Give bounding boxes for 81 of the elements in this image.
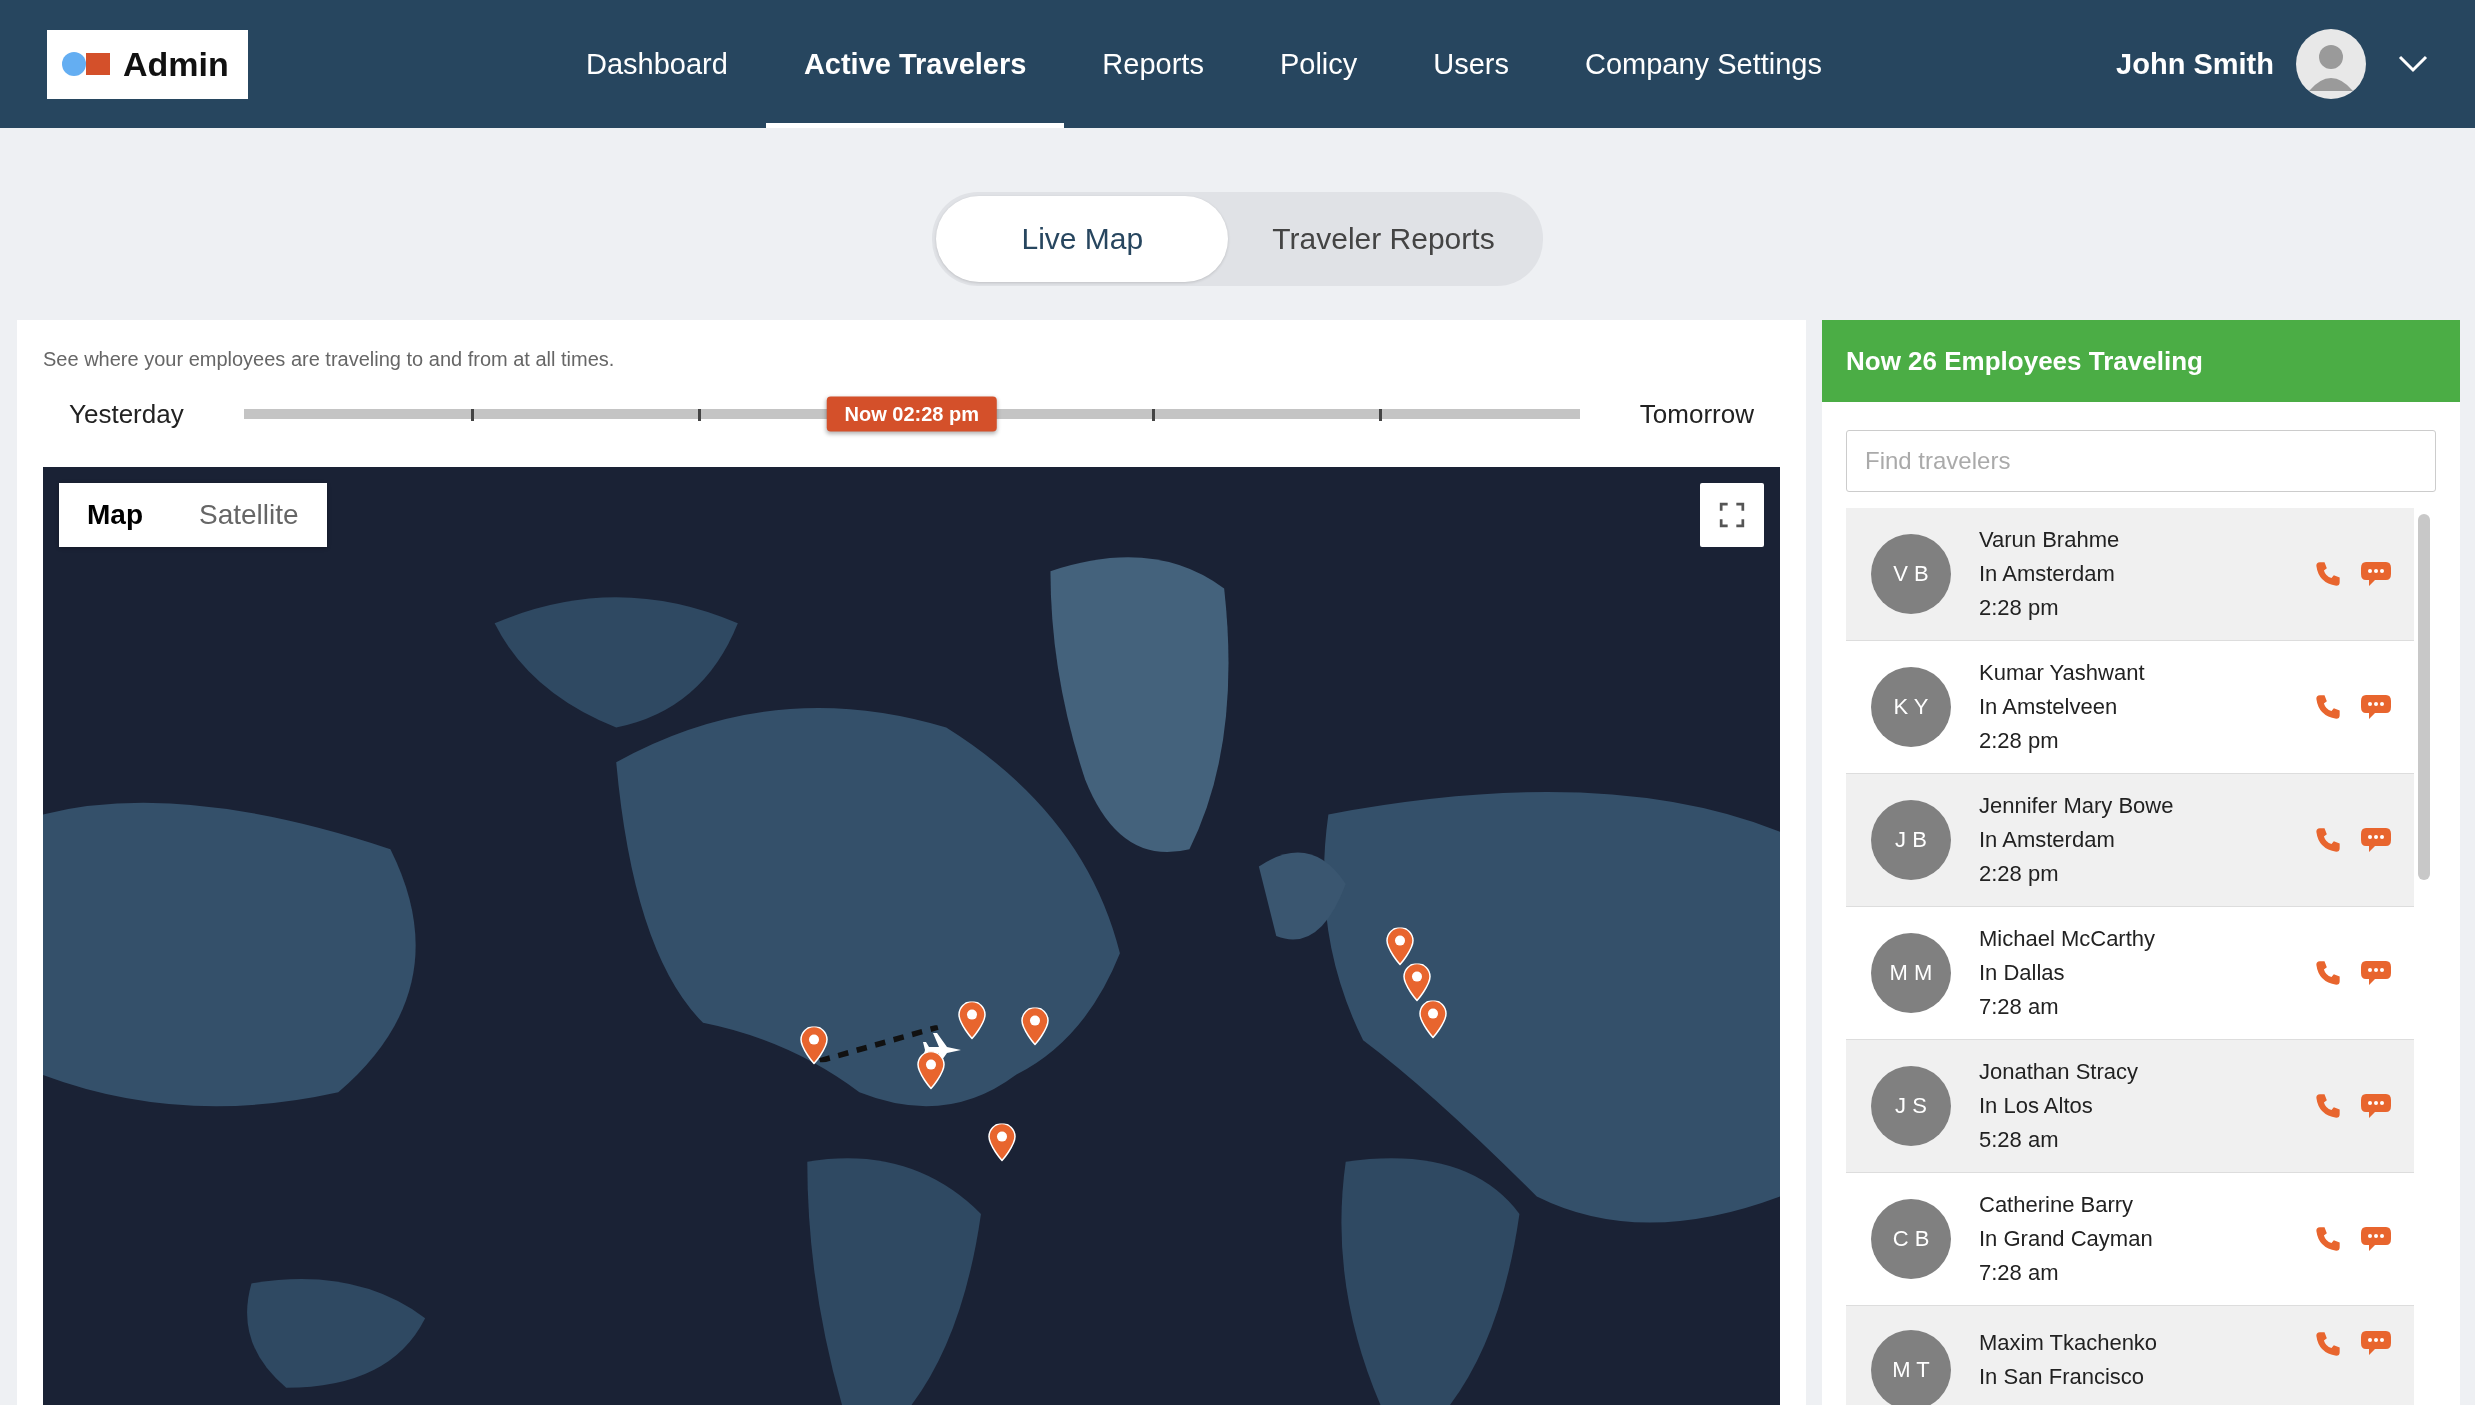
traveler-location: In San Francisco xyxy=(1979,1364,2146,1390)
fullscreen-button[interactable] xyxy=(1700,483,1764,547)
location-pin-icon[interactable] xyxy=(1402,963,1431,1002)
traveler-name: Varun Brahme xyxy=(1979,527,2121,553)
nav-tab[interactable]: Reports xyxy=(1064,0,1242,128)
traveler-name: Jonathan Stracy xyxy=(1979,1059,2139,1085)
traveler-row[interactable]: V B Varun Brahme In Amsterdam 2:28 pm xyxy=(1846,508,2414,641)
nav-tab[interactable]: Dashboard xyxy=(548,0,766,128)
timeline-start: Yesterday xyxy=(69,398,184,430)
traveler-name: Maxim Tkachenko xyxy=(1979,1330,2159,1356)
initials-avatar: V B xyxy=(1871,534,1951,614)
logo-text: Admin xyxy=(123,44,229,84)
fullscreen-icon xyxy=(1719,502,1745,528)
traveler-name: Michael McCarthy xyxy=(1979,926,2157,952)
traveler-row[interactable]: M M Michael McCarthy In Dallas 7:28 am xyxy=(1846,907,2414,1040)
traveler-row[interactable]: J S Jonathan Stracy In Los Altos 5:28 am xyxy=(1846,1040,2414,1173)
search-field[interactable]: Find travelers xyxy=(1846,430,2436,492)
phone-icon[interactable] xyxy=(2314,693,2342,721)
view-tab[interactable]: Live Map xyxy=(936,196,1229,282)
user-name[interactable]: John Smith xyxy=(2116,47,2274,81)
traveler-time: 5:28 am xyxy=(1979,1127,2060,1153)
traveler-row[interactable]: K Y Kumar Yashwant In Amstelveen 2:28 pm xyxy=(1846,641,2414,774)
initials-avatar: J B xyxy=(1871,800,1951,880)
location-pin-icon[interactable] xyxy=(958,1001,987,1040)
traveler-time: 2:28 pm xyxy=(1979,595,2060,621)
chat-icon[interactable] xyxy=(2360,1226,2392,1252)
traveler-time: 2:28 pm xyxy=(1979,728,2060,754)
traveler-location: In Dallas xyxy=(1979,960,2066,986)
nav-tab[interactable]: Company Settings xyxy=(1547,0,1860,128)
avatar-icon[interactable] xyxy=(2296,29,2366,99)
phone-icon[interactable] xyxy=(2314,1330,2342,1358)
chat-icon[interactable] xyxy=(2360,694,2392,720)
chat-icon[interactable] xyxy=(2360,960,2392,986)
phone-icon[interactable] xyxy=(2314,1225,2342,1253)
timeline-end: Tomorrow xyxy=(1639,398,1754,430)
initials-avatar: K Y xyxy=(1871,667,1951,747)
nav-tab[interactable]: Users xyxy=(1395,0,1547,128)
chat-icon[interactable] xyxy=(2360,1093,2392,1119)
phone-icon[interactable] xyxy=(2314,1092,2342,1120)
traveler-location: In Grand Cayman xyxy=(1979,1226,2154,1252)
logo-icon xyxy=(61,51,111,77)
description: See where your employees are traveling to and from at all times. xyxy=(43,348,616,371)
phone-icon[interactable] xyxy=(2314,959,2342,987)
traveler-row[interactable]: C B Catherine Barry In Grand Cayman 7:28 am xyxy=(1846,1173,2414,1306)
chat-icon[interactable] xyxy=(2360,561,2392,587)
traveler-time: 7:28 am xyxy=(1979,994,2060,1020)
location-pin-icon[interactable] xyxy=(1385,927,1414,966)
nav-tab[interactable]: Policy xyxy=(1241,0,1396,128)
traveler-name: Catherine Barry xyxy=(1979,1192,2135,1218)
phone-icon[interactable] xyxy=(2314,560,2342,588)
traveler-row[interactable]: M T Maxim Tkachenko In San Francisco xyxy=(1846,1306,2414,1405)
traveler-location: In Los Altos xyxy=(1979,1093,2094,1119)
traveler-location: In Amsterdam xyxy=(1979,827,2116,853)
nav-tab[interactable]: Active Travelers xyxy=(765,0,1065,128)
initials-avatar: M M xyxy=(1871,933,1951,1013)
traveler-name: Kumar Yashwant xyxy=(1979,660,2146,686)
initials-avatar: C B xyxy=(1871,1199,1951,1279)
chat-icon[interactable] xyxy=(2360,827,2392,853)
traveler-location: In Amsterdam xyxy=(1979,561,2116,587)
location-pin-icon[interactable] xyxy=(1020,1007,1049,1046)
traveler-name: Jennifer Mary Bowe xyxy=(1979,793,2175,819)
traveler-location: In Amstelveen xyxy=(1979,694,2119,720)
traveler-time: 7:28 am xyxy=(1979,1260,2060,1286)
location-pin-icon[interactable] xyxy=(987,1123,1016,1162)
travelers-count-title: Now 26 Employees Traveling xyxy=(1846,345,2203,377)
location-pin-icon[interactable] xyxy=(916,1051,945,1090)
chat-icon[interactable] xyxy=(2360,1330,2392,1356)
map-type-tab[interactable]: Satellite xyxy=(171,483,327,547)
location-pin-icon[interactable] xyxy=(800,1026,829,1065)
map-type-tab[interactable]: Map xyxy=(59,483,171,547)
traveler-row[interactable]: J B Jennifer Mary Bowe In Amsterdam 2:28 pm xyxy=(1846,774,2414,907)
location-pin-icon[interactable] xyxy=(1418,1000,1447,1039)
logo[interactable]: Admin xyxy=(47,29,248,99)
scrollbar-thumb[interactable] xyxy=(2418,514,2430,880)
traveler-time: 2:28 pm xyxy=(1979,861,2060,887)
initials-avatar: M T xyxy=(1871,1330,1951,1405)
phone-icon[interactable] xyxy=(2314,826,2342,854)
chevron-down-icon[interactable] xyxy=(2398,55,2428,73)
timeline-marker[interactable]: Now 02:28 pm xyxy=(826,396,997,432)
initials-avatar: J S xyxy=(1871,1066,1951,1146)
view-tab[interactable]: Traveler Reports xyxy=(1228,196,1539,282)
